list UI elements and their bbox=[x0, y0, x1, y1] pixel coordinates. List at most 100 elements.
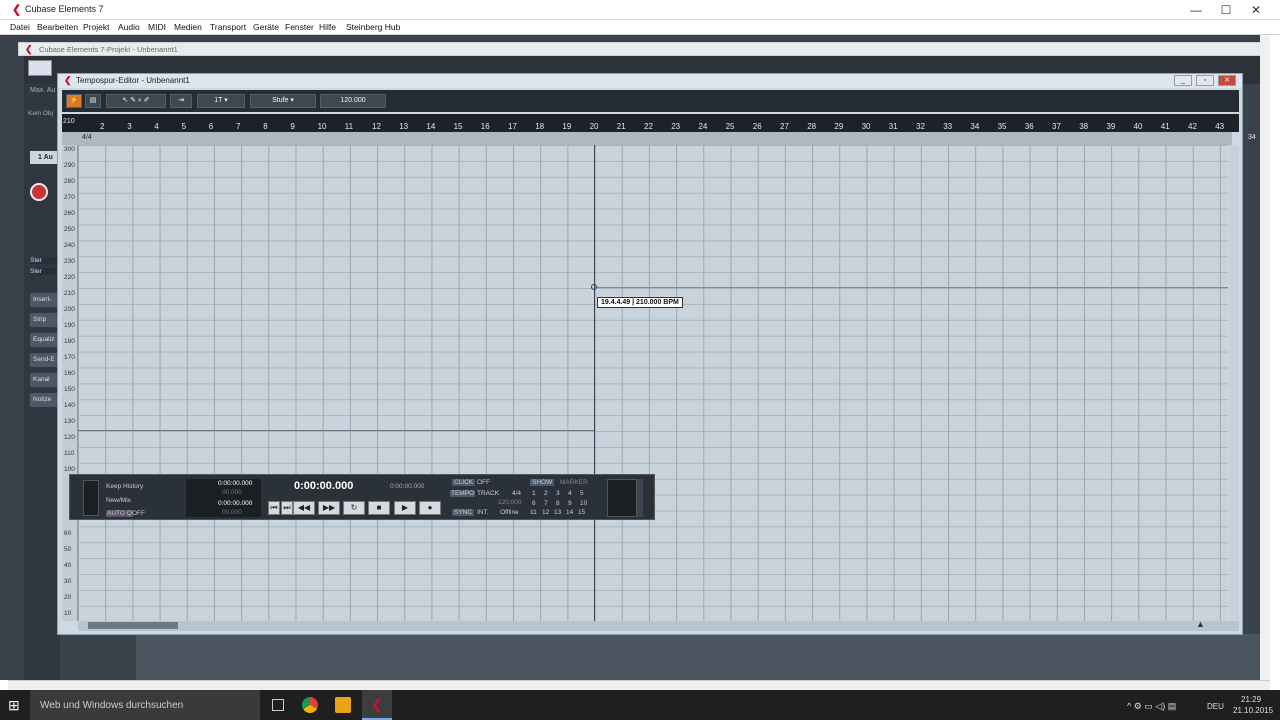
click-label[interactable]: CLICK bbox=[452, 479, 476, 486]
menu-audio[interactable]: Audio bbox=[118, 22, 140, 32]
menu-bearbeiten[interactable]: Bearbeiten bbox=[37, 22, 78, 32]
taskbar-search[interactable]: Web und Windows durchsuchen bbox=[30, 690, 260, 720]
marker-11[interactable]: 11 bbox=[530, 509, 537, 516]
rewind-button[interactable]: ◀◀ bbox=[293, 501, 315, 515]
language-indicator[interactable]: DEU bbox=[1207, 702, 1224, 711]
project-horizontal-scrollbar[interactable] bbox=[8, 680, 1270, 690]
marker-13[interactable]: 13 bbox=[554, 509, 561, 516]
snap-icon[interactable]: ⇥ bbox=[170, 94, 192, 108]
sync-int-value: INT. bbox=[477, 509, 489, 516]
marker-6[interactable]: 6 bbox=[532, 500, 536, 507]
equalizer-button[interactable]: Equaliz bbox=[30, 333, 60, 347]
stop-button[interactable]: ■ bbox=[368, 501, 390, 515]
ruler-bar-label: 27 bbox=[780, 122, 789, 131]
zoom-slider-icon[interactable]: ▲ bbox=[1196, 620, 1205, 629]
send-button[interactable]: Send-E bbox=[30, 353, 60, 367]
left-locator-time[interactable]: 0:00:00.000 bbox=[218, 480, 252, 487]
editor-horizontal-scrollbar[interactable] bbox=[78, 621, 1239, 631]
file-explorer-icon[interactable] bbox=[335, 697, 351, 713]
chrome-icon[interactable] bbox=[302, 697, 318, 713]
marker-5[interactable]: 5 bbox=[580, 490, 584, 497]
tempo-grid[interactable] bbox=[78, 145, 1228, 621]
editor-maximize-button[interactable]: ▫ bbox=[1196, 75, 1214, 86]
editor-vertical-scrollbar[interactable] bbox=[1229, 145, 1239, 621]
tempo-scale-label: 190 bbox=[64, 322, 75, 329]
editor-close-button[interactable]: ✕ bbox=[1218, 75, 1236, 86]
project-toolbar-button[interactable] bbox=[28, 60, 52, 76]
marker-9[interactable]: 9 bbox=[568, 500, 572, 507]
sync-label[interactable]: SYNC bbox=[452, 509, 475, 516]
notizen-button[interactable]: Notize bbox=[30, 393, 60, 407]
ruler-bar-label: 3 bbox=[127, 122, 132, 131]
sync-status-value: Offline bbox=[500, 509, 519, 516]
marker-3[interactable]: 3 bbox=[556, 490, 560, 497]
marker-1[interactable]: 1 bbox=[532, 490, 536, 497]
tempo-input[interactable]: 120.000 bbox=[320, 94, 386, 108]
forward-button[interactable]: ▶▶ bbox=[318, 501, 340, 515]
menu-fenster[interactable]: Fenster bbox=[285, 22, 314, 32]
strip-button[interactable]: Strip bbox=[30, 313, 60, 327]
clock-date[interactable]: 21.10.2015 bbox=[1233, 706, 1273, 715]
goto-start-button[interactable]: ⏮ bbox=[268, 501, 280, 515]
menu-midi[interactable]: MIDI bbox=[148, 22, 166, 32]
goto-end-button[interactable]: ⏭ bbox=[281, 501, 293, 515]
menu-geraete[interactable]: Geräte bbox=[253, 22, 279, 32]
editor-scroll-thumb[interactable] bbox=[88, 622, 178, 629]
menu-projekt[interactable]: Projekt bbox=[83, 22, 109, 32]
transport-handle[interactable] bbox=[83, 480, 99, 516]
cycle-button[interactable]: ↻ bbox=[343, 501, 365, 515]
cubase-taskbar-icon[interactable]: ❮ bbox=[362, 690, 392, 720]
track-name[interactable]: 1 Au bbox=[30, 151, 60, 164]
clock-time[interactable]: 21:29 bbox=[1241, 695, 1261, 704]
volume-slider[interactable] bbox=[637, 479, 643, 517]
windows-start-icon[interactable]: ⊞ bbox=[8, 698, 22, 712]
project-vertical-scrollbar[interactable] bbox=[1260, 35, 1270, 680]
quantize-select[interactable]: 1T ▾ bbox=[197, 94, 245, 108]
right-locator-time[interactable]: 0:00:00.000 bbox=[218, 500, 252, 507]
main-time-display[interactable]: 0:00:00.000 bbox=[294, 480, 353, 492]
tempo-scale-label: 170 bbox=[64, 354, 75, 361]
tempo-scale-label: 210 bbox=[64, 290, 75, 297]
tempo-scale-label: 200 bbox=[64, 306, 75, 313]
show-marker-button[interactable]: SHOW bbox=[530, 479, 555, 486]
taskbar-search-text: Web und Windows durchsuchen bbox=[40, 700, 184, 711]
tempo-scale: 300 290 280 270 260 250 240 230 220 210 200 190 180 1… bbox=[62, 145, 78, 621]
close-button[interactable]: ✕ bbox=[1248, 3, 1264, 17]
tools-group[interactable]: ↖ ✎ ⌕ ✐ bbox=[106, 94, 166, 108]
bar-ruler[interactable]: 210 2 3 4 5 6 7 8 9 10 11 12 13 14 15 16 17 18 19 20 21 22 23… bbox=[62, 114, 1256, 141]
editor-minimize-button[interactable]: _ bbox=[1174, 75, 1192, 86]
minimize-button[interactable]: — bbox=[1188, 3, 1204, 17]
solo-editor-icon[interactable]: ⚡ bbox=[66, 94, 82, 108]
marker-14[interactable]: 14 bbox=[566, 509, 573, 516]
secondary-time-display[interactable]: 0:00:00.000 bbox=[390, 483, 424, 490]
menu-datei[interactable]: Datei bbox=[10, 22, 30, 32]
marker-label: MARKER bbox=[560, 479, 588, 486]
marker-2[interactable]: 2 bbox=[544, 490, 548, 497]
menu-hilfe[interactable]: Hilfe bbox=[319, 22, 336, 32]
record-enable-icon[interactable] bbox=[30, 183, 48, 201]
marker-15[interactable]: 15 bbox=[578, 509, 585, 516]
marker-4[interactable]: 4 bbox=[568, 490, 572, 497]
play-button[interactable]: ▶ bbox=[394, 501, 416, 515]
menu-steinberg-hub[interactable]: Steinberg Hub bbox=[346, 22, 400, 32]
tempo-point-handle[interactable] bbox=[591, 284, 597, 290]
marker-7[interactable]: 7 bbox=[544, 500, 548, 507]
marker-12[interactable]: 12 bbox=[542, 509, 549, 516]
insert-button[interactable]: Insert- bbox=[30, 293, 60, 307]
tempo-curve[interactable] bbox=[78, 430, 594, 431]
system-tray-icons[interactable]: ^ ⚙ ▭ ◁) ▤ bbox=[1127, 701, 1176, 712]
kanal-button[interactable]: Kanal bbox=[30, 373, 60, 387]
info-line-icon[interactable]: ▤ bbox=[85, 94, 101, 108]
tempo-scale-label: 220 bbox=[64, 274, 75, 281]
maximize-button[interactable]: ☐ bbox=[1218, 3, 1234, 17]
tempo-label[interactable]: TEMPO bbox=[450, 490, 476, 497]
auto-q-label[interactable]: AUTO Q bbox=[106, 510, 133, 517]
tempo-scale-label: 120 bbox=[64, 434, 75, 441]
marker-10[interactable]: 10 bbox=[580, 500, 587, 507]
curve-mode-select[interactable]: Stufe ▾ bbox=[250, 94, 316, 108]
task-view-icon[interactable] bbox=[272, 699, 284, 711]
marker-8[interactable]: 8 bbox=[556, 500, 560, 507]
record-button[interactable]: ● bbox=[419, 501, 441, 515]
menu-medien[interactable]: Medien bbox=[174, 22, 202, 32]
menu-transport[interactable]: Transport bbox=[210, 22, 246, 32]
